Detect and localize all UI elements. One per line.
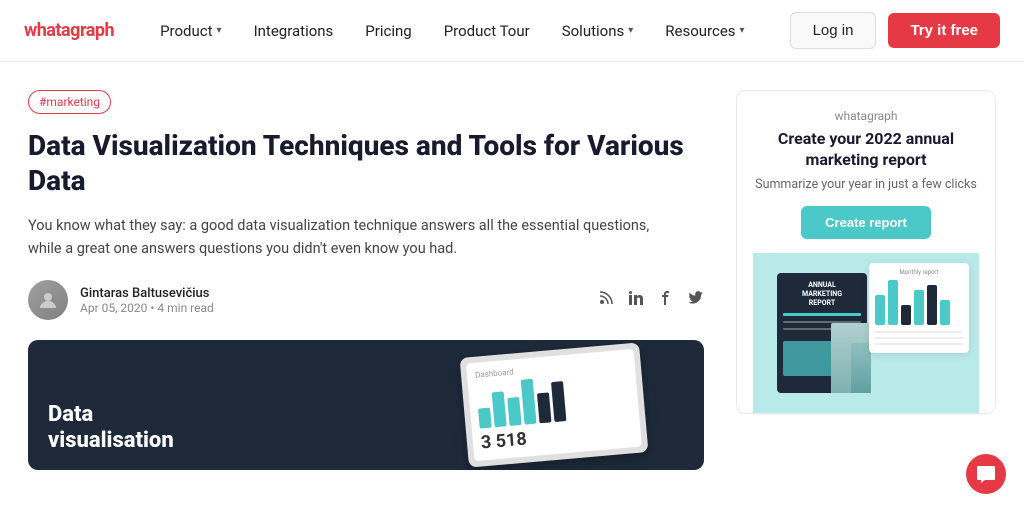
nav-product[interactable]: Product ▾	[146, 14, 235, 48]
author-details: Gintaras Baltusevičius Apr 05, 2020 • 4 …	[80, 286, 214, 315]
logo[interactable]: whatagraph	[24, 20, 114, 41]
article-image-card: Data visualisation Dashboard	[28, 340, 704, 470]
author-name: Gintaras Baltusevičius	[80, 286, 214, 301]
stats-panel: Monthly report	[869, 263, 969, 353]
chevron-down-icon: ▾	[628, 25, 633, 36]
navbar: whatagraph Product ▾ Integrations Pricin…	[0, 0, 1024, 62]
create-report-button[interactable]: Create report	[801, 206, 931, 239]
article-image-text: Data visualisation	[48, 402, 174, 455]
nav-links: Product ▾ Integrations Pricing Product T…	[146, 14, 790, 48]
facebook-icon[interactable]	[658, 290, 674, 310]
promo-subtitle: Summarize your year in just a few clicks	[753, 177, 979, 192]
author-row: Gintaras Baltusevičius Apr 05, 2020 • 4 …	[28, 280, 704, 320]
promo-column: whatagraph Create your 2022 annual marke…	[736, 90, 996, 512]
nav-pricing[interactable]: Pricing	[351, 14, 425, 48]
linkedin-icon[interactable]	[628, 290, 644, 310]
chevron-down-icon: ▾	[217, 25, 222, 36]
main-content: #marketing Data Visualization Techniques…	[0, 62, 1024, 512]
author-info: Gintaras Baltusevičius Apr 05, 2020 • 4 …	[28, 280, 214, 320]
nav-integrations[interactable]: Integrations	[240, 14, 348, 48]
nav-resources[interactable]: Resources ▾	[651, 14, 758, 48]
promo-image: ANNUAL MARKETING REPORT M	[753, 253, 979, 413]
nav-actions: Log in Try it free	[790, 12, 1000, 49]
try-free-button[interactable]: Try it free	[888, 13, 1000, 48]
rss-icon[interactable]	[598, 290, 614, 310]
article-excerpt: You know what they say: a good data visu…	[28, 214, 668, 260]
twitter-icon[interactable]	[688, 290, 704, 310]
article-title: Data Visualization Techniques and Tools …	[28, 128, 704, 198]
promo-brand: whatagraph	[753, 109, 979, 123]
author-date: Apr 05, 2020 • 4 min read	[80, 301, 214, 315]
nav-product-tour[interactable]: Product Tour	[430, 14, 544, 48]
report-cover: ANNUAL MARKETING REPORT	[777, 273, 867, 393]
nav-solutions[interactable]: Solutions ▾	[548, 14, 648, 48]
avatar	[28, 280, 68, 320]
promo-title: Create your 2022 annual marketing report	[753, 129, 979, 171]
article-column: #marketing Data Visualization Techniques…	[28, 90, 704, 512]
chat-bubble[interactable]	[966, 454, 1006, 494]
article-tag[interactable]: #marketing	[28, 90, 111, 114]
social-icons	[598, 290, 704, 310]
promo-card: whatagraph Create your 2022 annual marke…	[736, 90, 996, 414]
chevron-down-icon: ▾	[740, 25, 745, 36]
login-button[interactable]: Log in	[790, 12, 877, 49]
